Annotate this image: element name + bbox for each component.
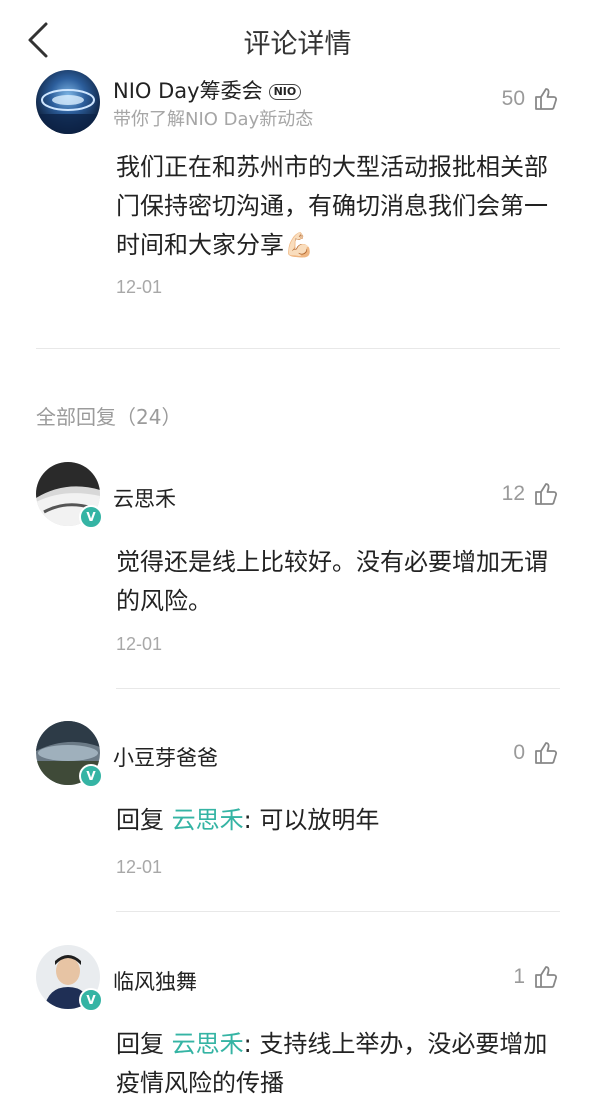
reply-date: 12-01 <box>116 857 163 877</box>
nio-logo-icon: NIO <box>268 84 302 100</box>
like-count: 1 <box>513 965 525 988</box>
page-title: 评论详情 <box>243 29 352 60</box>
mention-link[interactable]: 云思禾 <box>172 806 244 834</box>
like-count: 50 <box>501 87 525 110</box>
reply-text: 回复 云思禾: 支持线上举办，没必要增加疫情风险的传播 <box>116 1025 566 1103</box>
thumbs-up-icon <box>535 483 558 505</box>
reply-author[interactable]: 临风独舞 <box>113 966 197 996</box>
comment-date: 12-01 <box>116 277 163 297</box>
thumbs-up-icon <box>535 742 558 764</box>
divider <box>36 348 560 349</box>
thumbs-up-icon <box>535 88 558 110</box>
like-button[interactable]: 12 <box>502 481 559 507</box>
reply-date: 12-01 <box>116 634 163 654</box>
verified-v-icon: V <box>79 988 103 1012</box>
like-count: 12 <box>501 482 525 505</box>
reply-author[interactable]: 小豆芽爸爸 <box>113 742 218 772</box>
verified-v-icon: V <box>79 505 103 529</box>
replies-header: 全部回复（24） <box>36 405 182 429</box>
like-button[interactable]: 50 <box>502 86 559 112</box>
verified-v-icon: V <box>79 764 103 788</box>
top-bar: 评论详情 <box>0 0 595 80</box>
divider <box>116 911 560 912</box>
divider <box>116 688 560 689</box>
thumbs-up-icon <box>535 966 558 988</box>
reply-prefix: 回复 <box>116 1030 164 1058</box>
avatar[interactable] <box>36 70 100 134</box>
like-count: 0 <box>513 741 525 764</box>
author-subtitle: 带你了解NIO Day新动态 <box>113 109 314 130</box>
comment-author[interactable]: NIO Day筹委会 NIO <box>113 75 302 105</box>
reply-content: : 可以放明年 <box>243 806 380 834</box>
reply-prefix: 回复 <box>116 806 164 834</box>
reply-author[interactable]: 云思禾 <box>113 483 176 513</box>
comment-text: 我们正在和苏州市的大型活动报批相关部门保持密切沟通，有确切消息我们会第一时间和大… <box>116 153 548 259</box>
mention-link[interactable]: 云思禾 <box>172 1030 244 1058</box>
reply-text: 回复 云思禾: 可以放明年 <box>116 801 566 840</box>
reply-text: 觉得还是线上比较好。没有必要增加无谓的风险。 <box>116 548 548 615</box>
like-button[interactable]: 1 <box>513 964 559 990</box>
like-button[interactable]: 0 <box>513 740 559 766</box>
